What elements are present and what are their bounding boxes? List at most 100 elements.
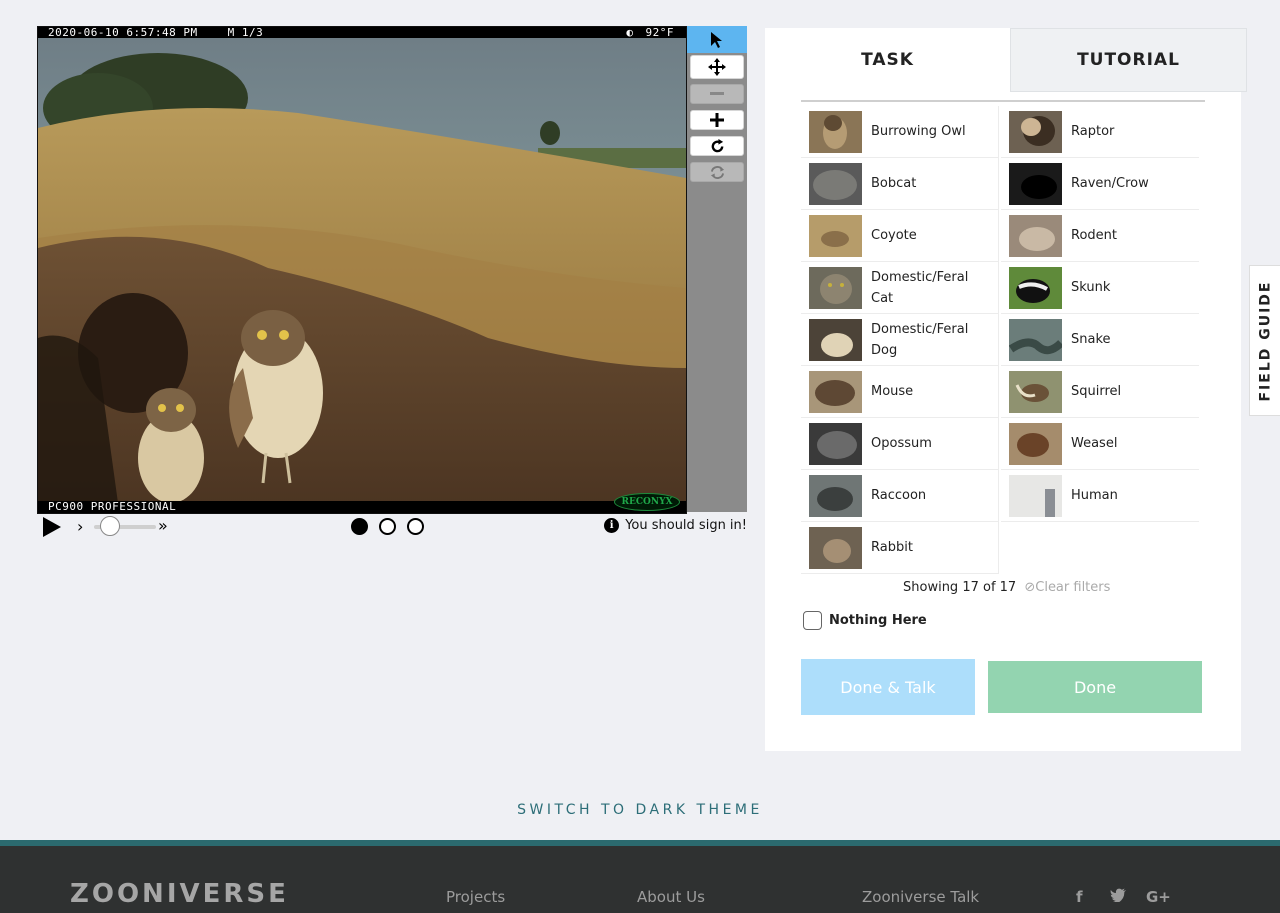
nothing-here-option[interactable]: Nothing Here	[803, 611, 927, 630]
rodent-thumbnail	[1009, 214, 1062, 257]
speed-slider-thumb[interactable]	[100, 516, 120, 536]
choice-squirrel[interactable]: Squirrel	[1001, 366, 1199, 418]
site-footer: ZOONIVERSE Projects About Us Zooniverse …	[0, 840, 1280, 913]
rotate-button[interactable]	[690, 136, 744, 156]
tab-divider	[801, 100, 1205, 102]
choice-mouse[interactable]: Mouse	[801, 366, 999, 418]
four-way-arrows-icon	[708, 58, 726, 76]
choice-label: Weasel	[1071, 436, 1118, 451]
choice-rodent[interactable]: Rodent	[1001, 210, 1199, 262]
burrowing-owl-thumbnail	[809, 110, 862, 153]
ban-icon: ⊘	[1024, 580, 1036, 595]
field-guide-label: FIELD GUIDE	[1257, 279, 1274, 402]
burrowing-owls-scene	[38, 38, 686, 503]
nothing-here-checkbox[interactable]	[803, 611, 822, 630]
footer-link-projects[interactable]: Projects	[446, 888, 505, 906]
play-icon[interactable]	[43, 517, 61, 537]
frame-dot-3[interactable]	[407, 518, 424, 535]
playback-controls: › » i You should sign in!	[37, 514, 747, 540]
frame-dot-2[interactable]	[379, 518, 396, 535]
mouse-thumbnail	[809, 370, 862, 413]
reconyx-logo: RECONYX	[614, 493, 680, 511]
camera-trap-image[interactable]: 2020-06-10 6:57:48 PM M 1/3 ◐ 92°F PC900…	[37, 26, 687, 514]
choice-label: Opossum	[871, 436, 932, 451]
arrow-pointer-icon	[711, 31, 722, 48]
twitter-icon[interactable]	[1110, 888, 1126, 906]
choice-domestic-feral-dog[interactable]: Domestic/Feral Dog	[801, 314, 999, 366]
choice-label: Raptor	[1071, 124, 1115, 139]
tab-task[interactable]: TASK	[765, 28, 1010, 92]
done-button[interactable]: Done	[988, 661, 1202, 713]
minus-icon	[710, 92, 724, 95]
choice-weasel[interactable]: Weasel	[1001, 418, 1199, 470]
clear-filters-link[interactable]: ⊘Clear filters	[1024, 580, 1110, 595]
info-icon: i	[604, 518, 620, 533]
google-plus-icon[interactable]: G+	[1146, 888, 1171, 906]
zoom-out-button[interactable]	[690, 84, 744, 104]
choice-burrowing-owl[interactable]: Burrowing Owl	[801, 106, 999, 158]
tab-tutorial[interactable]: TUTORIAL	[1010, 28, 1247, 92]
task-panel: TASK TUTORIAL Burrowing Owl Raptor Bobca…	[765, 28, 1247, 751]
camera-temperature: 92°F	[645, 26, 674, 39]
image-toolbar	[687, 26, 747, 512]
choice-raptor[interactable]: Raptor	[1001, 106, 1199, 158]
footer-link-about[interactable]: About Us	[637, 888, 705, 906]
choice-label: Raccoon	[871, 488, 927, 503]
switch-dark-theme-link[interactable]: SWITCH TO DARK THEME	[0, 802, 1280, 818]
signin-text: You should sign in!	[625, 518, 747, 533]
choice-label: Rodent	[1071, 228, 1117, 243]
skunk-thumbnail	[1009, 266, 1062, 309]
zooniverse-logo[interactable]: ZOONIVERSE	[70, 879, 289, 909]
filter-status: Showing 17 of 17 ⊘Clear filters	[903, 580, 1110, 595]
choice-domestic-feral-cat[interactable]: Domestic/Feral Cat	[801, 262, 999, 314]
snake-thumbnail	[1009, 318, 1062, 361]
opossum-thumbnail	[809, 422, 862, 465]
choice-human[interactable]: Human	[1001, 470, 1199, 522]
choice-rabbit[interactable]: Rabbit	[801, 522, 999, 574]
choice-label: Domestic/Feral Cat	[871, 269, 969, 306]
camera-frame-marker: M 1/3	[227, 26, 264, 39]
raccoon-thumbnail	[809, 474, 862, 517]
choice-skunk[interactable]: Skunk	[1001, 262, 1199, 314]
footer-link-talk[interactable]: Zooniverse Talk	[862, 888, 979, 906]
camera-model-bar: PC900 PROFESSIONAL	[38, 501, 686, 513]
choice-coyote[interactable]: Coyote	[801, 210, 999, 262]
domestic-cat-thumbnail	[809, 266, 862, 309]
plus-icon	[710, 113, 724, 127]
choice-label: Rabbit	[871, 540, 913, 555]
choice-bobcat[interactable]: Bobcat	[801, 158, 999, 210]
rabbit-thumbnail	[809, 526, 862, 569]
subject-viewer: 2020-06-10 6:57:48 PM M 1/3 ◐ 92°F PC900…	[37, 26, 747, 514]
choice-opossum[interactable]: Opossum	[801, 418, 999, 470]
domestic-dog-thumbnail	[809, 318, 862, 361]
raven-crow-thumbnail	[1009, 162, 1062, 205]
reset-button[interactable]	[690, 162, 744, 182]
rotate-clockwise-icon	[711, 138, 723, 152]
choice-label: Mouse	[871, 384, 914, 399]
frame-selector	[351, 518, 424, 535]
raptor-thumbnail	[1009, 110, 1062, 153]
choice-raven-crow[interactable]: Raven/Crow	[1001, 158, 1199, 210]
coyote-thumbnail	[809, 214, 862, 257]
fast-forward-icon[interactable]: »	[158, 516, 168, 535]
pan-tool-button[interactable]	[690, 55, 744, 79]
choice-raccoon[interactable]: Raccoon	[801, 470, 999, 522]
choice-label: Skunk	[1071, 280, 1111, 295]
weasel-thumbnail	[1009, 422, 1062, 465]
step-forward-icon[interactable]: ›	[77, 517, 83, 536]
facebook-icon[interactable]: f	[1076, 888, 1083, 906]
choice-snake[interactable]: Snake	[1001, 314, 1199, 366]
done-and-talk-button[interactable]: Done & Talk	[801, 659, 975, 715]
choice-label: Coyote	[871, 228, 917, 243]
pointer-tool-button[interactable]	[687, 26, 747, 53]
choice-label: Raven/Crow	[1071, 176, 1149, 191]
camera-info-bar: 2020-06-10 6:57:48 PM M 1/3 ◐ 92°F	[38, 27, 686, 38]
frame-dot-1[interactable]	[351, 518, 368, 535]
zoom-in-button[interactable]	[690, 110, 744, 130]
human-thumbnail	[1009, 474, 1062, 517]
nothing-here-label: Nothing Here	[829, 613, 927, 628]
field-guide-tab[interactable]: FIELD GUIDE	[1249, 265, 1280, 416]
bobcat-thumbnail	[809, 162, 862, 205]
choice-label: Squirrel	[1071, 384, 1122, 399]
choice-label: Human	[1071, 488, 1118, 503]
